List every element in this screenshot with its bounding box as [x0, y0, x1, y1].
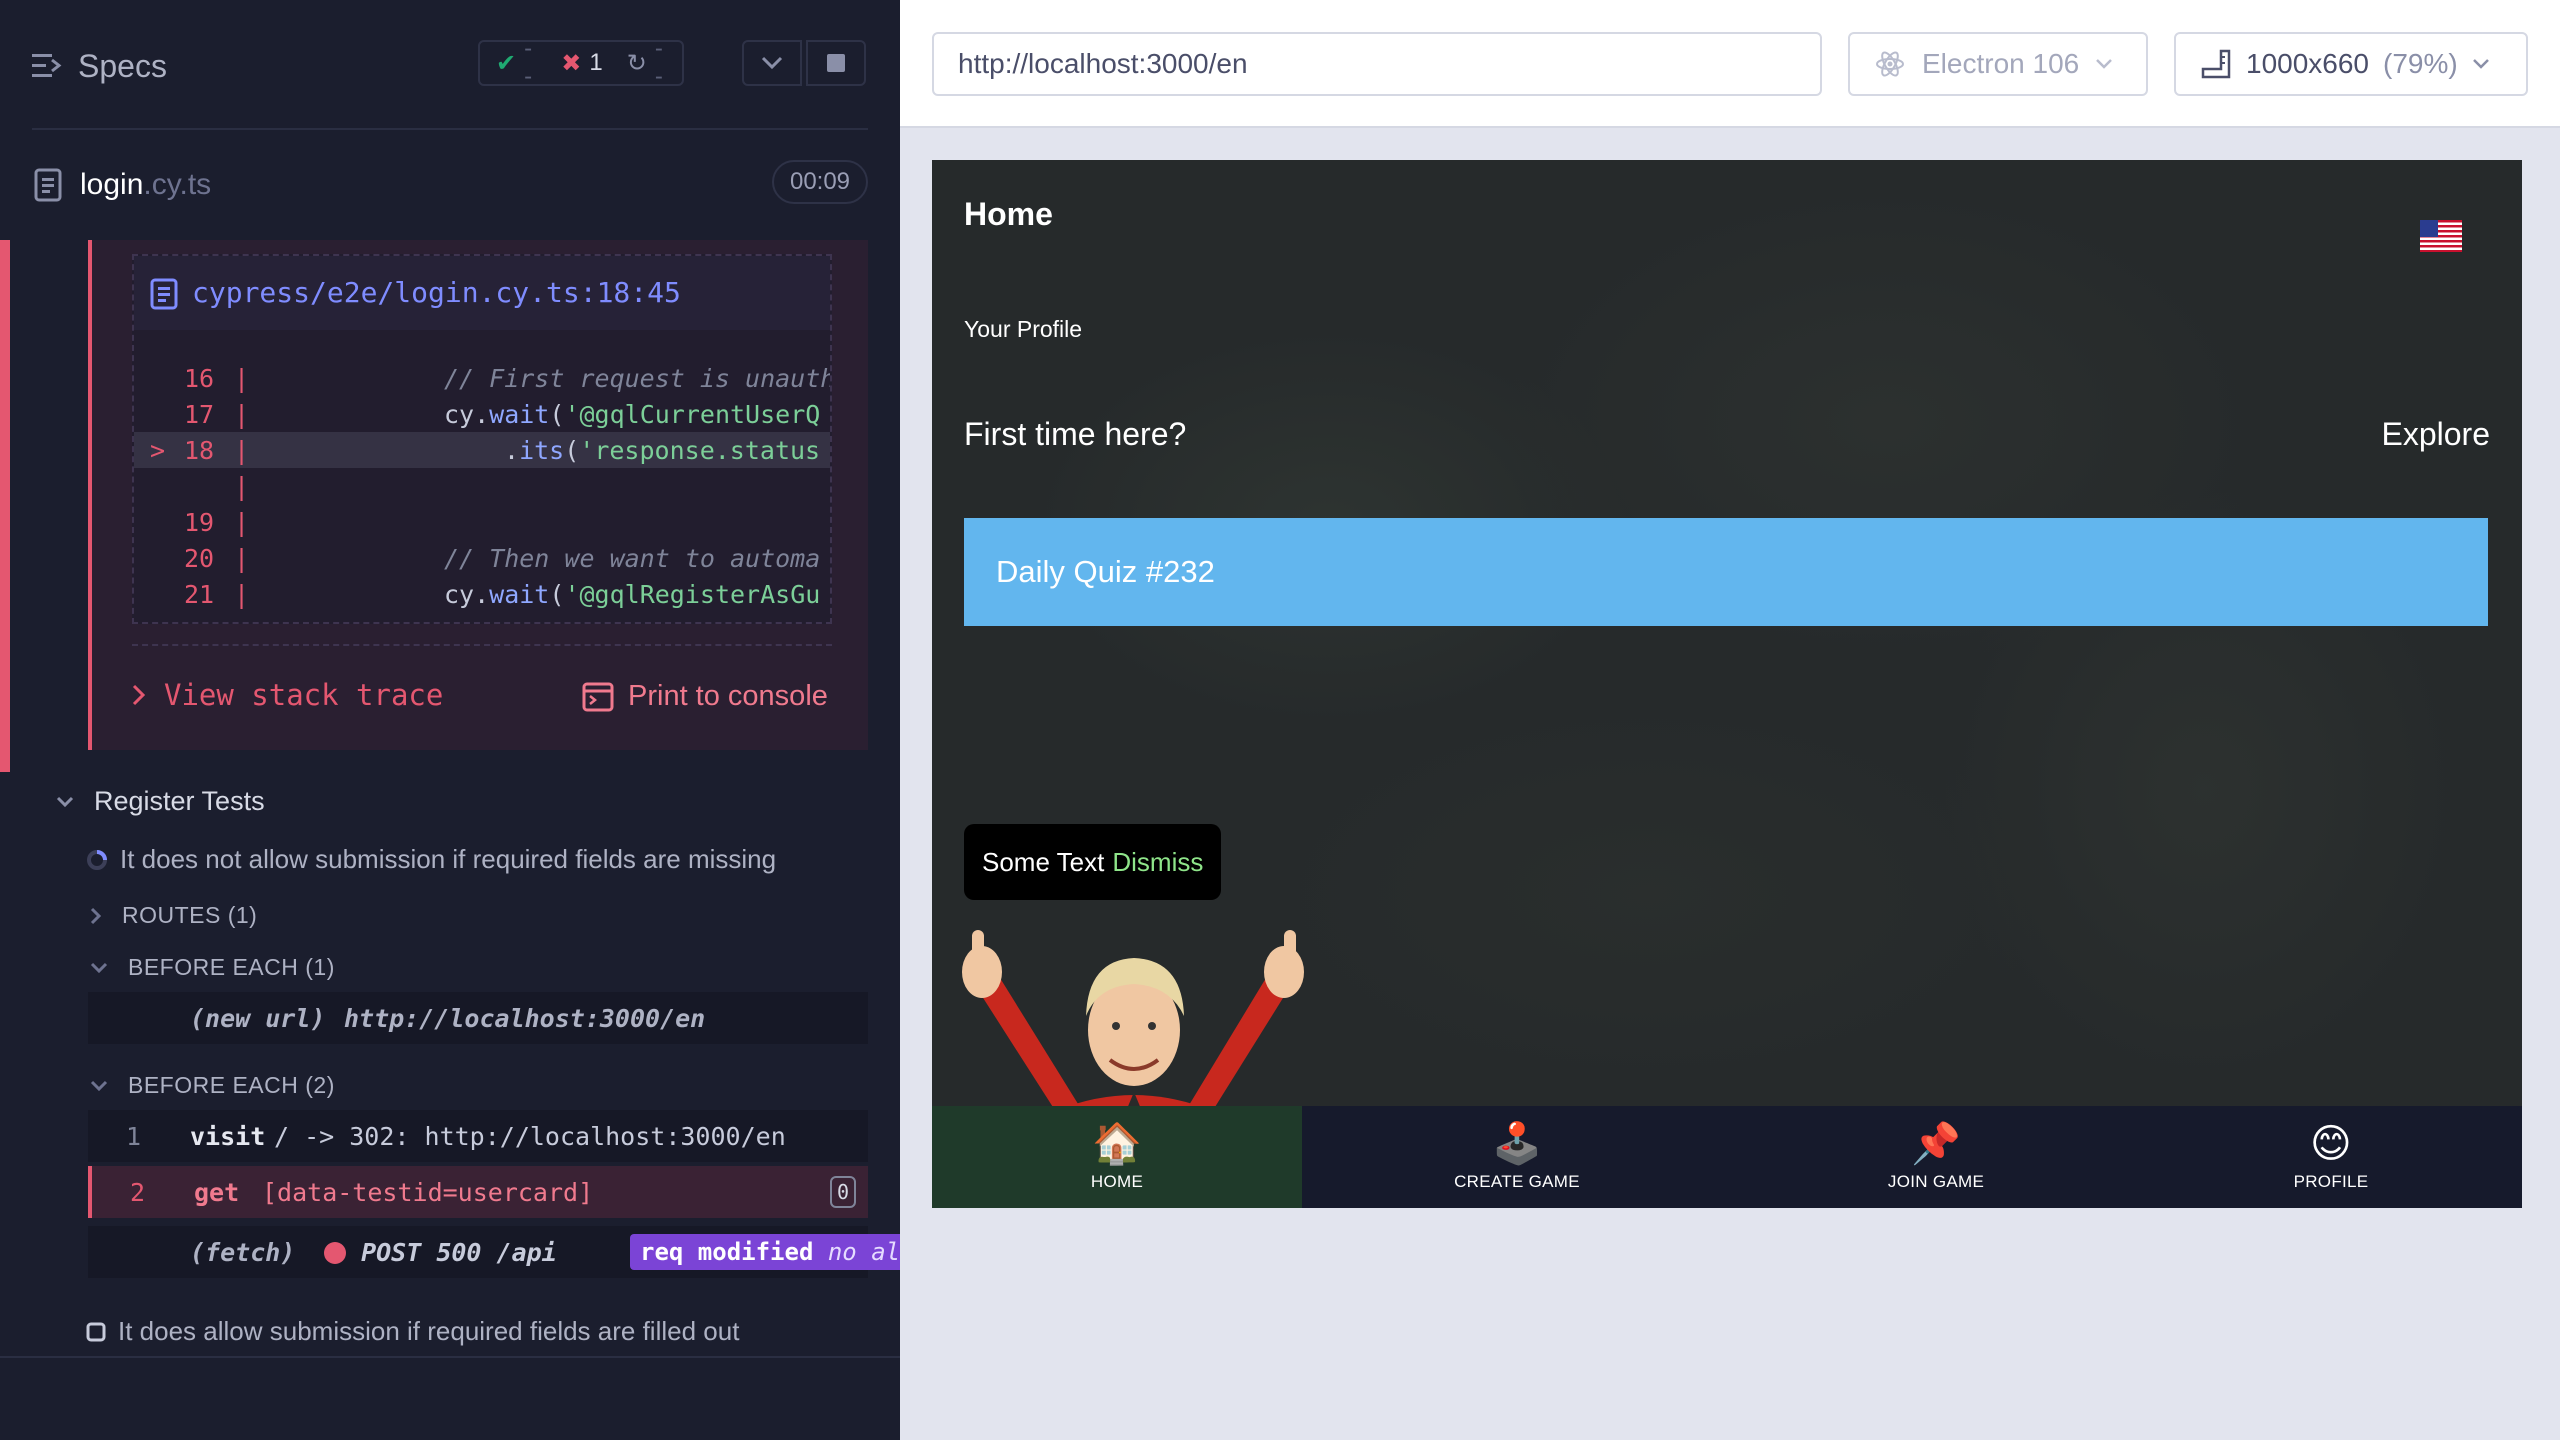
test-running[interactable]: It does not allow submission if required…	[86, 844, 776, 875]
ruler-icon	[2201, 49, 2231, 79]
code-line: 16 | // First request is unauth	[184, 364, 832, 393]
command-get-failed[interactable]: 2 get [data-testid=usercard] 0	[88, 1166, 868, 1218]
pushpin-icon: 📌	[1910, 1122, 1962, 1166]
electron-icon	[1876, 51, 1904, 77]
error-divider	[132, 644, 832, 646]
file-icon	[150, 278, 178, 310]
routes-section[interactable]: ROUTES (1)	[90, 902, 257, 929]
browser-selector[interactable]: Electron 106	[1848, 32, 2148, 96]
joystick-icon: 🕹️	[1491, 1122, 1543, 1166]
spec-file-row[interactable]: login.cy.ts 00:09	[0, 150, 900, 220]
pending-stat: ↻ --	[626, 35, 663, 90]
nav-home[interactable]: 🏠 HOME	[932, 1106, 1302, 1208]
code-line: 19 |	[184, 508, 250, 537]
before-each-2-section[interactable]: BEFORE EACH (2)	[90, 1072, 335, 1099]
code-file-path[interactable]: cypress/e2e/login.cy.ts:18:45	[192, 276, 681, 309]
url-field[interactable]: http://localhost:3000/en	[932, 32, 1822, 96]
test-stats: ✔ -- ✖ 1 ↻ --	[478, 35, 684, 90]
pending-icon: ↻	[626, 49, 647, 77]
chevron-down-icon	[90, 962, 108, 973]
runner-header: Specs ✔ -- ✖ 1 ↻ --	[0, 0, 900, 130]
aut-toolbar: http://localhost:3000/en Electron 106 10…	[900, 0, 2560, 128]
running-spinner-icon	[87, 849, 107, 870]
app-under-test: Home Your Profile First time here? Explo…	[932, 160, 2522, 1208]
command-log-panel: Specs ✔ -- ✖ 1 ↻ -- login.cy.ts 00:09 cy…	[0, 0, 900, 1440]
log-bottom-divider	[0, 1356, 900, 1358]
chevron-down-icon	[56, 796, 74, 807]
terminal-icon	[582, 682, 614, 711]
view-stack-trace-button[interactable]: View stack trace	[132, 678, 443, 712]
house-icon: 🏠	[1091, 1122, 1143, 1166]
x-icon: ✖	[561, 49, 582, 77]
spec-file-name: login.cy.ts	[80, 168, 212, 201]
first-time-heading: First time here?	[964, 416, 1187, 452]
failed-indicator-bar	[0, 240, 10, 772]
code-line-highlighted: > 18 | .its('response.status	[134, 432, 830, 468]
nav-profile[interactable]: 😊 PROFILE	[2140, 1106, 2522, 1208]
your-profile-link[interactable]: Your Profile	[964, 316, 1082, 343]
viewport-selector[interactable]: 1000x660 (79%)	[2174, 32, 2528, 96]
stop-icon	[827, 54, 845, 72]
toast-message: Some Text Dismiss	[964, 824, 1222, 900]
check-icon: ✔	[496, 49, 517, 77]
element-count-badge: 0	[830, 1176, 856, 1208]
code-line: 21 | cy.wait('@gqlRegisterAsGu	[184, 580, 821, 609]
specs-title[interactable]: Specs	[78, 48, 167, 85]
chevron-right-icon	[132, 684, 146, 706]
chevron-down-icon	[2472, 59, 2489, 69]
smiley-icon: 😊	[2310, 1122, 2352, 1166]
nav-create-game[interactable]: 🕹️ CREATE GAME	[1302, 1106, 1732, 1208]
command-visit[interactable]: 1 visit / -> 302: http://localhost:3000/…	[88, 1110, 868, 1162]
print-to-console-button[interactable]: Print to console	[582, 680, 828, 713]
chevron-down-icon	[2096, 59, 2113, 69]
before-each-1-section[interactable]: BEFORE EACH (1)	[90, 954, 335, 981]
expand-toggle-button[interactable]	[742, 40, 802, 86]
error-area: cypress/e2e/login.cy.ts:18:45 16 | // Fi…	[0, 240, 868, 772]
chevron-down-icon	[90, 1080, 108, 1091]
suite-register-tests[interactable]: Register Tests	[56, 786, 265, 817]
code-line: |	[234, 472, 250, 501]
explore-link[interactable]: Explore	[2382, 416, 2491, 453]
daily-quiz-card[interactable]: Daily Quiz #232	[964, 518, 2488, 626]
command-fetch[interactable]: (fetch) POST 500 /api req modified no al…	[88, 1226, 900, 1278]
bottom-navigation: 🏠 HOME 🕹️ CREATE GAME 📌 JOIN GAME 😊 PROF…	[932, 1106, 2522, 1208]
req-modified-badge: req modified no alias	[630, 1234, 900, 1270]
failed-stat: ✖ 1	[561, 49, 603, 77]
code-frame-header[interactable]: cypress/e2e/login.cy.ts:18:45	[134, 256, 830, 330]
us-flag-icon[interactable]	[2420, 220, 2462, 252]
header-divider	[32, 128, 868, 130]
code-frame: cypress/e2e/login.cy.ts:18:45 16 | // Fi…	[132, 254, 832, 624]
checkbox-icon	[86, 1322, 106, 1341]
error-status-dot	[324, 1242, 346, 1264]
document-icon	[34, 168, 62, 202]
daily-quiz-title: Daily Quiz #232	[996, 554, 1215, 589]
code-line: 17 | cy.wait('@gqlCurrentUserQ	[184, 400, 821, 429]
error-message-box: cypress/e2e/login.cy.ts:18:45 16 | // Fi…	[88, 240, 868, 750]
aut-panel: http://localhost:3000/en Electron 106 10…	[900, 0, 2560, 1440]
dismiss-button[interactable]: Dismiss	[1112, 847, 1203, 878]
home-link[interactable]: Home	[964, 196, 1053, 233]
code-line: 20 | // Then we want to automa	[184, 544, 821, 573]
test-pending[interactable]: It does allow submission if required fie…	[86, 1316, 739, 1347]
stop-button[interactable]	[806, 40, 866, 86]
spec-duration: 00:09	[772, 160, 868, 204]
chevron-right-icon	[90, 907, 102, 924]
chevron-down-icon	[761, 56, 783, 70]
passed-stat: ✔ --	[496, 35, 533, 90]
command-new-url[interactable]: (new url) http://localhost:3000/en	[88, 992, 868, 1044]
nav-join-game[interactable]: 📌 JOIN GAME	[1732, 1106, 2140, 1208]
specs-list-icon[interactable]	[32, 52, 62, 80]
